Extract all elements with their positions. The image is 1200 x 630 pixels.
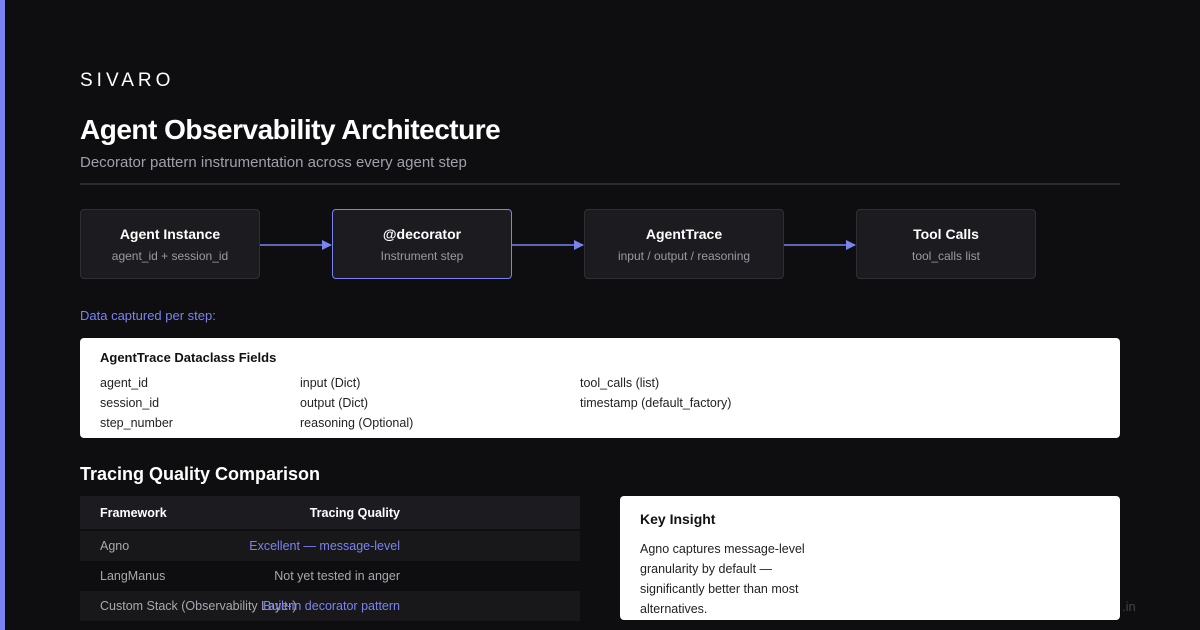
flow-node-tool-calls: Tool Calls tool_calls list — [856, 209, 1036, 279]
fields-card-title: AgentTrace Dataclass Fields — [100, 350, 277, 365]
table-row: LangManus Not yet tested in anger — [80, 561, 580, 591]
flow-node-title: Agent Instance — [119, 225, 221, 242]
field-item: timestamp (default_factory) — [580, 396, 732, 410]
flow-node-description: input / output / reasoning — [617, 248, 751, 263]
key-insight-card: Key Insight Agno captures message-level … — [620, 496, 1120, 620]
table-cell-quality: Excellent — message-level — [249, 539, 400, 553]
field-item: input (Dict) — [300, 376, 361, 390]
insight-title: Key Insight — [640, 511, 716, 527]
table-row: Custom Stack (Observability Layer) Built… — [80, 591, 580, 621]
flow-node-description: agent_id + session_id — [111, 248, 229, 263]
column-header-framework: Framework — [100, 505, 167, 520]
data-captured-label: Data captured per step: — [80, 308, 216, 323]
field-item: step_number — [100, 416, 173, 430]
table-header-row: Framework Tracing Quality — [80, 496, 580, 529]
flow-node-agent-trace: AgentTrace input / output / reasoning — [584, 209, 784, 279]
comparison-heading: Tracing Quality Comparison — [80, 464, 321, 484]
field-item: reasoning (Optional) — [300, 416, 414, 430]
table-cell-quality: Not yet tested in anger — [274, 569, 400, 583]
table-cell-quality: Built-in decorator pattern — [263, 599, 400, 613]
flow-node-decorator: @decorator Instrument step — [332, 209, 512, 279]
column-header-tracing-quality: Tracing Quality — [309, 505, 400, 520]
field-item: output (Dict) — [300, 396, 369, 410]
flow-node-description: tool_calls list — [911, 248, 981, 263]
field-item: agent_id — [100, 376, 148, 390]
insight-body: Agno captures message-level granularity … — [640, 542, 805, 616]
field-item: session_id — [100, 396, 160, 410]
flow-node-agent-instance: Agent Instance agent_id + session_id — [80, 209, 260, 279]
agent-trace-fields-card: AgentTrace Dataclass Fields agent_id ses… — [80, 338, 1120, 438]
table-row: Agno Excellent — message-level — [80, 531, 580, 561]
watermark: .in — [1122, 599, 1136, 614]
flow-node-description: Instrument step — [380, 248, 464, 263]
flow-node-title: Tool Calls — [913, 225, 979, 242]
flow-node-title: AgentTrace — [645, 225, 723, 242]
flow-node-title: @decorator — [382, 225, 462, 242]
field-item: tool_calls (list) — [580, 376, 660, 390]
table-cell-framework: LangManus — [100, 569, 166, 583]
table-cell-framework: Agno — [100, 539, 130, 553]
